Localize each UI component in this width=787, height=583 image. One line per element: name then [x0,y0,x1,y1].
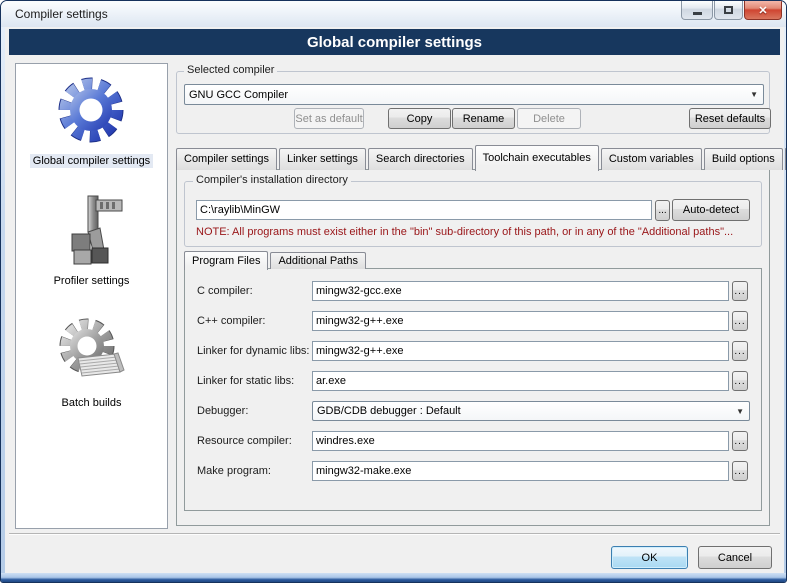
make-program-row: Make program: ... [197,461,761,481]
rename-button[interactable]: Rename [452,108,515,129]
debugger-label: Debugger: [197,405,312,417]
dynamic-linker-browse-button[interactable]: ... [732,341,748,361]
tab-custom-variables[interactable]: Custom variables [601,148,702,170]
c-compiler-label: C compiler: [197,285,312,297]
cpp-compiler-input[interactable] [312,311,729,331]
maximize-button[interactable] [714,1,743,20]
delete-button[interactable]: Delete [517,108,581,129]
tab-linker-settings[interactable]: Linker settings [279,148,366,170]
compiler-settings-window: Compiler settings ✕ Global compiler sett… [0,0,787,583]
window-frame-bottom [1,573,787,583]
tab-build-options[interactable]: Build options [704,148,783,170]
page-title: Global compiler settings [307,34,482,51]
sidebar: Global compiler settings Profiler settin… [15,63,168,529]
ellipsis-icon: ... [734,466,745,477]
debugger-row: Debugger: GDB/CDB debugger : Default ▼ [197,401,761,421]
compiler-select[interactable]: GNU GCC Compiler ▼ [184,84,764,105]
sidebar-item-batch-builds[interactable]: Batch builds [54,314,130,410]
c-compiler-input[interactable] [312,281,729,301]
static-linker-label: Linker for static libs: [197,375,312,387]
ellipsis-icon: ... [734,346,745,357]
ok-button[interactable]: OK [611,546,688,569]
program-files-panel: C compiler: ... C++ compiler: ... Linker… [184,268,762,511]
sidebar-item-profiler-settings[interactable]: Profiler settings [51,192,133,288]
static-linker-browse-button[interactable]: ... [732,371,748,391]
cpp-compiler-label: C++ compiler: [197,315,312,327]
sidebar-item-label: Batch builds [59,396,125,410]
chevron-down-icon: ▼ [750,90,758,99]
make-program-input[interactable] [312,461,729,481]
compiler-select-value: GNU GCC Compiler [189,89,288,101]
tab-compiler-settings[interactable]: Compiler settings [176,148,277,170]
title-bar[interactable]: Compiler settings ✕ [1,1,787,27]
c-compiler-row: C compiler: ... [197,281,761,301]
static-linker-input[interactable] [312,371,729,391]
chevron-down-icon: ▼ [736,407,744,416]
c-compiler-browse-button[interactable]: ... [732,281,748,301]
sidebar-item-label: Global compiler settings [30,154,153,168]
dynamic-linker-row: Linker for dynamic libs: ... [197,341,761,361]
minimize-button[interactable] [681,1,713,20]
selected-compiler-group-title: Selected compiler [184,64,277,76]
dynamic-linker-label: Linker for dynamic libs: [197,345,312,357]
window-title: Compiler settings [15,1,108,27]
close-icon: ✕ [758,4,767,17]
resource-compiler-input[interactable] [312,431,729,451]
dialog-header: Global compiler settings [9,29,780,55]
resource-compiler-row: Resource compiler: ... [197,431,761,451]
footer-divider [9,533,780,535]
sidebar-item-label: Profiler settings [51,274,133,288]
ellipsis-icon: ... [734,376,745,387]
program-tab-strip: Program Files Additional Paths [184,250,368,269]
cpp-compiler-row: C++ compiler: ... [197,311,761,331]
gray-gear-stack-icon [54,314,130,390]
tab-search-directories[interactable]: Search directories [368,148,473,170]
install-dir-group [184,181,762,247]
tab-toolchain-executables[interactable]: Toolchain executables [475,145,599,171]
install-dir-group-title: Compiler's installation directory [193,174,351,186]
debugger-select-value: GDB/CDB debugger : Default [317,405,461,417]
blue-gear-icon [53,72,129,148]
minimize-icon [693,12,702,15]
caliper-icon [54,192,130,268]
resource-compiler-browse-button[interactable]: ... [732,431,748,451]
maximize-icon [724,6,733,14]
make-program-browse-button[interactable]: ... [732,461,748,481]
set-as-default-button[interactable]: Set as default [294,108,364,129]
close-button[interactable]: ✕ [744,1,782,20]
make-program-label: Make program: [197,465,312,477]
dynamic-linker-input[interactable] [312,341,729,361]
sidebar-item-global-compiler-settings[interactable]: Global compiler settings [30,72,153,168]
ellipsis-icon: ... [734,316,745,327]
static-linker-row: Linker for static libs: ... [197,371,761,391]
copy-button[interactable]: Copy [388,108,451,129]
cpp-compiler-browse-button[interactable]: ... [732,311,748,331]
tab-additional-paths[interactable]: Additional Paths [270,252,366,269]
reset-defaults-button[interactable]: Reset defaults [689,108,771,129]
ellipsis-icon: ... [734,286,745,297]
debugger-select[interactable]: GDB/CDB debugger : Default ▼ [312,401,750,421]
resource-compiler-label: Resource compiler: [197,435,312,447]
ellipsis-icon: ... [734,436,745,447]
cancel-button[interactable]: Cancel [698,546,772,569]
tab-program-files[interactable]: Program Files [184,251,268,270]
window-controls: ✕ [681,1,782,20]
main-tab-strip: Compiler settings Linker settings Search… [176,144,772,170]
